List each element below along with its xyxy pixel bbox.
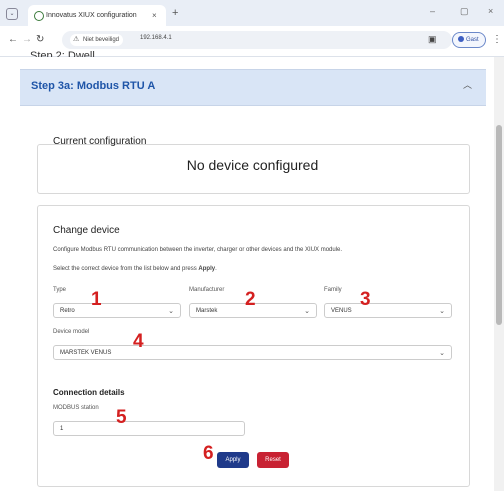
reset-button[interactable]: Reset	[257, 452, 289, 468]
chevron-up-icon[interactable]: ︿	[463, 78, 472, 91]
step3a-title[interactable]: Step 3a: Modbus RTU A	[31, 80, 155, 92]
chevron-down-icon: ⌄	[168, 308, 174, 315]
family-label: Family	[324, 287, 342, 293]
profile-label: Gast	[466, 37, 479, 43]
warning-icon: ⚠	[73, 36, 80, 43]
modbus-station-input[interactable]: 1	[53, 421, 245, 436]
change-device-description: Configure Modbus RTU communication betwe…	[53, 247, 343, 253]
change-device-title: Change device	[53, 225, 120, 236]
url-text[interactable]: 192.168.4.1	[140, 35, 172, 41]
connection-details-title: Connection details	[53, 388, 125, 397]
scrollbar-thumb[interactable]	[496, 125, 502, 325]
current-configuration-title: Current configuration	[53, 136, 147, 147]
tab-close-icon[interactable]: ×	[152, 5, 157, 26]
profile-avatar-icon	[458, 36, 464, 42]
marker-5: 5	[116, 407, 127, 428]
marker-2: 2	[245, 289, 256, 310]
close-window-icon[interactable]: ×	[488, 6, 493, 16]
minimize-icon[interactable]: –	[430, 6, 435, 16]
family-value: VENUS	[331, 308, 352, 314]
forward-icon[interactable]: →	[22, 34, 32, 45]
not-secure-label: Niet beveiligd	[83, 37, 120, 43]
marker-4: 4	[133, 331, 144, 352]
browser-menu-icon[interactable]: ⋮	[492, 34, 502, 45]
marker-3: 3	[360, 289, 371, 310]
change-device-instruction: Select the correct device from the list …	[53, 266, 217, 272]
modbus-station-label: MODBUS station	[53, 405, 99, 411]
profile-button[interactable]: Gast	[452, 32, 486, 48]
extension-icon[interactable]: ▣	[428, 34, 437, 45]
family-select[interactable]: VENUS ⌄	[324, 303, 452, 318]
type-label: Type	[53, 287, 67, 293]
new-tab-icon[interactable]: +	[172, 7, 178, 19]
marker-1: 1	[91, 289, 102, 310]
type-value: Retro	[60, 308, 75, 314]
type-select[interactable]: Retro ⌄	[53, 303, 181, 318]
manufacturer-label: Manufacturer	[189, 287, 225, 293]
reload-icon[interactable]: ↻	[36, 34, 44, 45]
chevron-down-icon: ⌄	[439, 308, 445, 315]
back-icon[interactable]: ←	[8, 34, 18, 45]
device-model-value: MARSTEK VENUS	[60, 350, 112, 356]
maximize-icon[interactable]: ▢	[460, 6, 469, 17]
browser-tab[interactable]: Innovatus XIUX configuration ×	[28, 5, 166, 26]
current-configuration-status: No device configured	[186, 157, 319, 173]
site-favicon-icon	[34, 11, 44, 21]
device-model-label: Device model	[53, 329, 90, 335]
chevron-down-icon: ⌄	[304, 308, 310, 315]
apply-button[interactable]: Apply	[217, 452, 249, 468]
tab-search-icon[interactable]: ⌄	[6, 8, 18, 20]
not-secure-chip[interactable]: ⚠ Niet beveiligd	[70, 34, 124, 46]
marker-6: 6	[203, 443, 214, 464]
page-top-edge	[0, 57, 494, 65]
device-model-select[interactable]: MARSTEK VENUS ⌄	[53, 345, 452, 360]
manufacturer-value: Marstek	[196, 308, 218, 314]
chevron-down-icon: ⌄	[439, 350, 445, 357]
tab-title: Innovatus XIUX configuration	[46, 12, 137, 19]
